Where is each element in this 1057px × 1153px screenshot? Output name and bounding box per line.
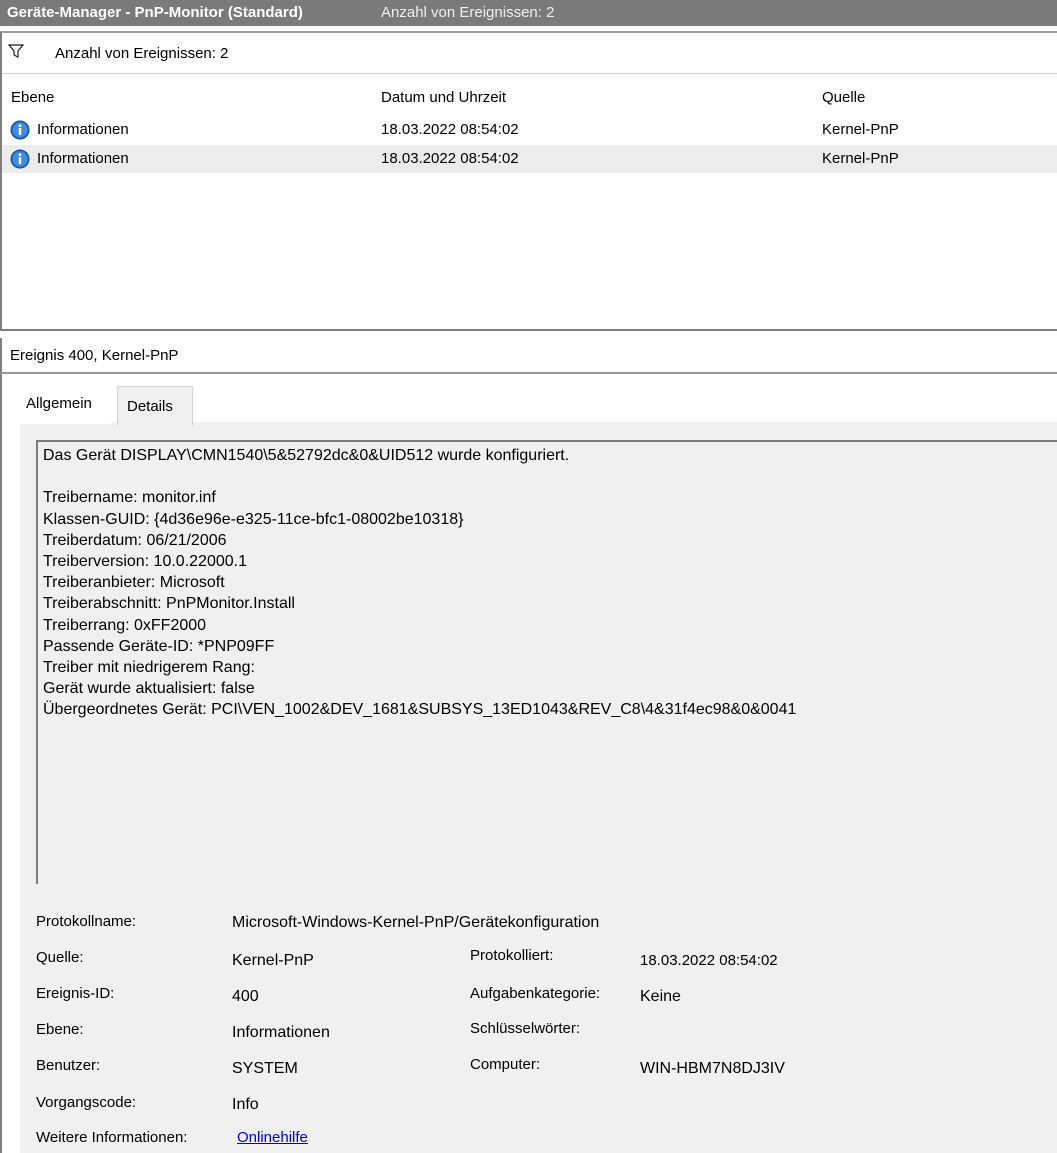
label-schluesselwoerter: Schlüsselwörter: bbox=[470, 1020, 581, 1037]
tab-allgemein[interactable]: Allgemein bbox=[15, 384, 111, 424]
label-computer: Computer: bbox=[470, 1056, 541, 1073]
event-message-box[interactable]: Das Gerät DISPLAY\CMN1540\5&52792dc&0&UI… bbox=[36, 440, 1057, 884]
label-protokollname: Protokollname: bbox=[36, 913, 137, 930]
value-computer: WIN-HBM7N8DJ3IV bbox=[640, 1060, 785, 1077]
value-ebene: Informationen bbox=[232, 1024, 330, 1041]
event-detail-title: Ereignis 400, Kernel-PnP bbox=[0, 338, 1057, 374]
column-header-ebene[interactable]: Ebene bbox=[11, 89, 54, 106]
value-benutzer: SYSTEM bbox=[232, 1060, 298, 1077]
value-protokollname: Microsoft-Windows-Kernel-PnP/Gerätekonfi… bbox=[232, 914, 600, 931]
grid-header: Ebene Datum und Uhrzeit Quelle bbox=[2, 89, 1057, 111]
filter-text: Anzahl von Ereignissen: 2 bbox=[55, 45, 229, 62]
cell-quelle: Kernel-PnP bbox=[822, 150, 899, 167]
onlinehilfe-link[interactable]: Onlinehilfe bbox=[237, 1129, 308, 1146]
info-icon bbox=[10, 149, 30, 169]
label-protokolliert: Protokolliert: bbox=[470, 947, 554, 964]
cell-ebene: Informationen bbox=[37, 121, 129, 138]
cell-datum: 18.03.2022 08:54:02 bbox=[381, 121, 519, 138]
cell-quelle: Kernel-PnP bbox=[822, 121, 899, 138]
value-ereignis-id: 400 bbox=[232, 988, 259, 1005]
tab-details[interactable]: Details bbox=[117, 386, 193, 426]
value-quelle: Kernel-PnP bbox=[232, 952, 314, 969]
table-row-selected[interactable]: Informationen 18.03.2022 08:54:02 Kernel… bbox=[2, 145, 1057, 173]
label-weitere-informationen: Weitere Informationen: bbox=[36, 1129, 188, 1146]
table-row[interactable]: Informationen 18.03.2022 08:54:02 Kernel… bbox=[2, 116, 1057, 144]
value-aufgabenkategorie: Keine bbox=[640, 988, 681, 1005]
cell-ebene: Informationen bbox=[37, 150, 129, 167]
column-header-quelle[interactable]: Quelle bbox=[822, 89, 865, 106]
value-protokolliert: 18.03.2022 08:54:02 bbox=[640, 952, 778, 969]
filter-bar: Anzahl von Ereignissen: 2 bbox=[2, 33, 1057, 74]
filter-funnel-icon[interactable] bbox=[7, 43, 25, 59]
label-benutzer: Benutzer: bbox=[36, 1057, 101, 1074]
label-ebene: Ebene: bbox=[36, 1021, 84, 1038]
column-header-datum[interactable]: Datum und Uhrzeit bbox=[381, 89, 506, 106]
label-vorgangscode: Vorgangscode: bbox=[36, 1094, 137, 1111]
cell-datum: 18.03.2022 08:54:02 bbox=[381, 150, 519, 167]
info-icon bbox=[10, 120, 30, 140]
label-ereignis-id: Ereignis-ID: bbox=[36, 985, 115, 1002]
event-detail-panel: Das Gerät DISPLAY\CMN1540\5&52792dc&0&UI… bbox=[0, 374, 1057, 1153]
label-aufgabenkategorie: Aufgabenkategorie: bbox=[470, 985, 601, 1002]
value-vorgangscode: Info bbox=[232, 1096, 259, 1113]
window-event-count: Anzahl von Ereignissen: 2 bbox=[381, 4, 555, 21]
window-title: Geräte-Manager - PnP-Monitor (Standard) bbox=[7, 4, 303, 21]
window-titlebar: Geräte-Manager - PnP-Monitor (Standard) … bbox=[0, 0, 1057, 26]
label-quelle: Quelle: bbox=[36, 949, 84, 966]
event-list-panel: Anzahl von Ereignissen: 2 Ebene Datum un… bbox=[0, 31, 1057, 331]
tab-body: Das Gerät DISPLAY\CMN1540\5&52792dc&0&UI… bbox=[20, 422, 1057, 1153]
